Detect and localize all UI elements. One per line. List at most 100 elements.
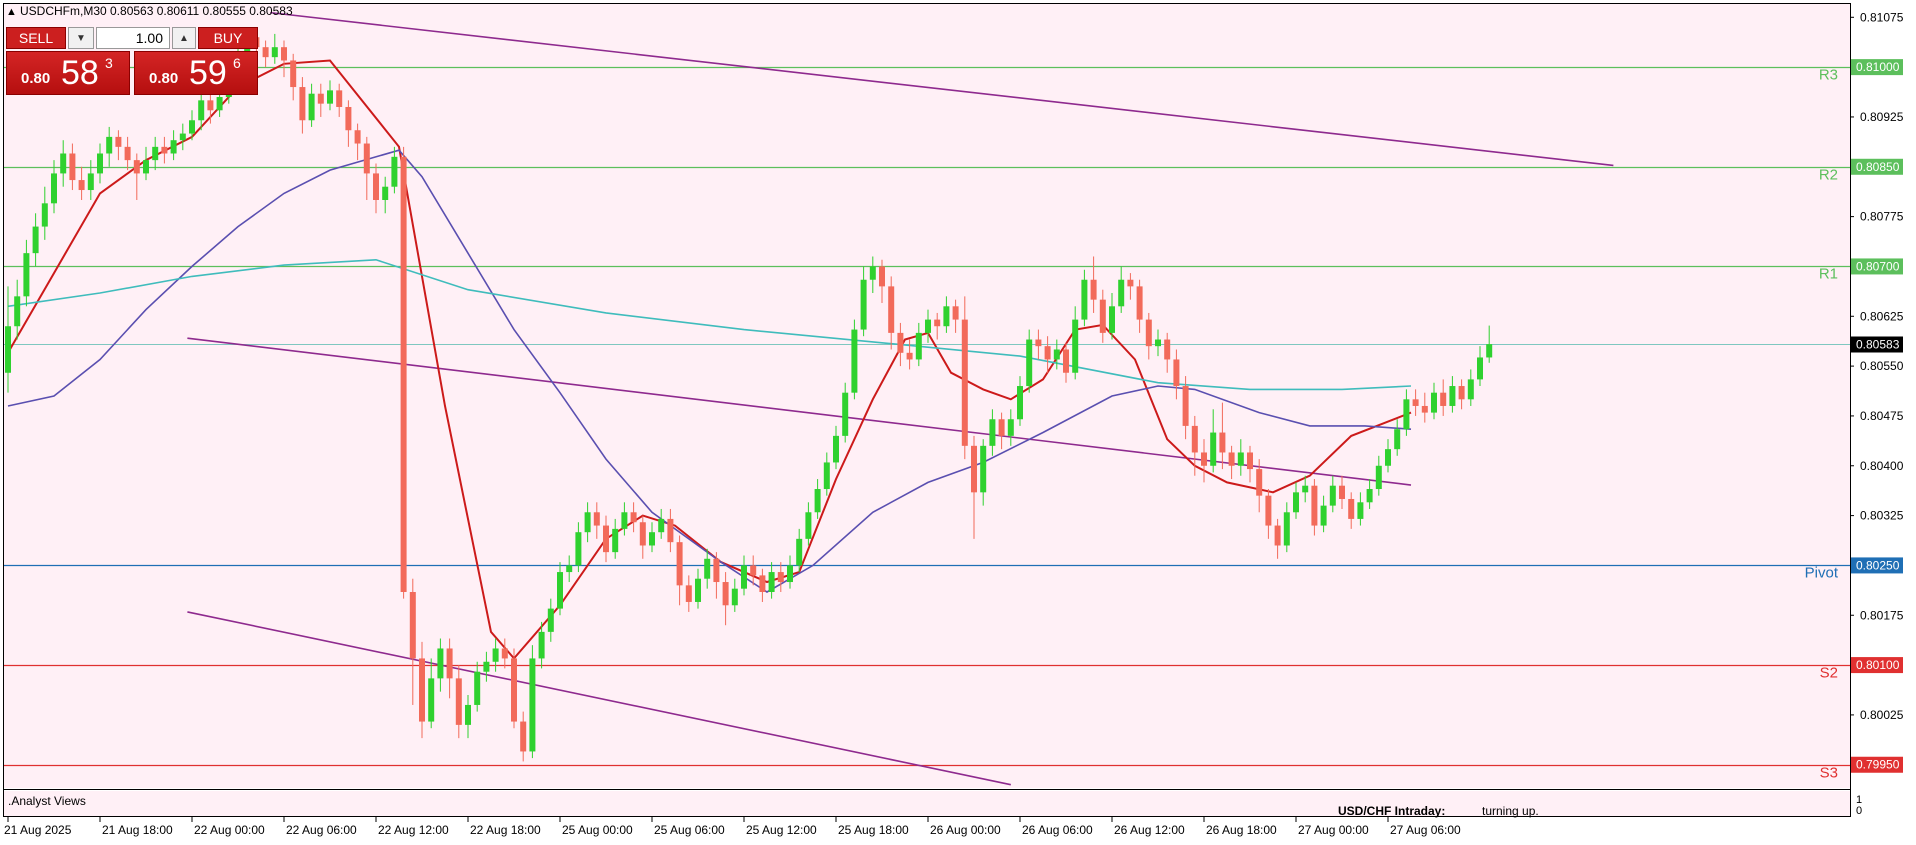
bid-price-fraction: 3 bbox=[105, 55, 113, 71]
candle-body bbox=[1256, 469, 1263, 496]
candle-body bbox=[833, 435, 839, 463]
price-tick-label: 0.80025 bbox=[1860, 708, 1904, 722]
candle-body bbox=[612, 528, 619, 553]
candle-body bbox=[649, 532, 655, 546]
sell-button[interactable]: SELL bbox=[6, 27, 66, 49]
lot-decrease-button[interactable]: ▼ bbox=[68, 27, 94, 49]
time-tick-label: 22 Aug 06:00 bbox=[286, 823, 357, 837]
candle-body bbox=[1247, 452, 1253, 470]
price-tick-label: 0.80550 bbox=[1860, 359, 1904, 373]
candle-body bbox=[5, 326, 11, 373]
candle-body bbox=[1486, 344, 1493, 358]
header-arrow[interactable]: ▲ bbox=[6, 6, 17, 18]
candle-body bbox=[658, 518, 665, 533]
chevron-down-icon: ▼ bbox=[76, 32, 86, 44]
candle-body bbox=[952, 306, 959, 320]
candle-body bbox=[750, 565, 757, 576]
level-label-s3: S3 bbox=[1820, 765, 1838, 782]
time-tick-label: 25 Aug 06:00 bbox=[654, 823, 725, 837]
candle-body bbox=[1394, 429, 1401, 450]
candle-body bbox=[23, 253, 30, 297]
price-tag-label-s2: 0.80100 bbox=[1856, 658, 1900, 672]
candle-body bbox=[51, 173, 57, 204]
candle-body bbox=[60, 153, 67, 174]
chart-title: USDCHFm,M30 0.80563 0.80611 0.80555 0.80… bbox=[20, 4, 293, 18]
candle-body bbox=[281, 47, 287, 61]
candle-body bbox=[915, 332, 922, 360]
time-tick-label: 26 Aug 12:00 bbox=[1114, 823, 1185, 837]
time-tick-label: 26 Aug 18:00 bbox=[1206, 823, 1277, 837]
candle-body bbox=[1164, 339, 1171, 360]
price-tag-label-s3: 0.79950 bbox=[1856, 758, 1900, 772]
analyst-comment-label: USD/CHF Intraday: bbox=[1338, 804, 1445, 818]
candle-body bbox=[465, 704, 471, 725]
ask-price-button[interactable]: 0.80 59 6 bbox=[134, 51, 258, 95]
buy-button[interactable]: BUY bbox=[198, 27, 258, 49]
candle-body bbox=[934, 319, 941, 327]
candle-body bbox=[851, 329, 858, 393]
candle-body bbox=[1339, 485, 1345, 499]
candle-body bbox=[777, 572, 784, 583]
candle-body bbox=[566, 565, 573, 573]
candle-body bbox=[1449, 386, 1456, 406]
candle-body bbox=[1136, 286, 1143, 320]
bid-price-button[interactable]: 0.80 58 3 bbox=[6, 51, 130, 95]
candle-body bbox=[327, 90, 333, 104]
candle-body bbox=[271, 47, 278, 58]
candle-body bbox=[1412, 399, 1419, 406]
candle-body bbox=[1201, 452, 1207, 466]
level-label-r3: R3 bbox=[1819, 67, 1838, 84]
candle-body bbox=[584, 512, 591, 533]
candle-body bbox=[336, 90, 343, 107]
candle-body bbox=[474, 671, 481, 705]
candle-body bbox=[1219, 432, 1226, 453]
candle-body bbox=[1320, 505, 1327, 526]
candle-body bbox=[1173, 359, 1180, 387]
candle-body bbox=[731, 588, 738, 606]
candle-body bbox=[713, 558, 720, 583]
level-label-pivot: Pivot bbox=[1805, 565, 1839, 582]
price-tick-label: 0.80325 bbox=[1860, 509, 1904, 523]
candle-body bbox=[170, 140, 177, 154]
candle-body bbox=[106, 136, 113, 154]
ask-price-big: 59 bbox=[189, 54, 227, 92]
candle-body bbox=[529, 658, 536, 752]
candle-body bbox=[1127, 279, 1134, 287]
time-tick-label: 25 Aug 12:00 bbox=[746, 823, 817, 837]
candle-body bbox=[547, 608, 554, 632]
current-price-label: 0.80583 bbox=[1856, 338, 1900, 352]
candle-body bbox=[1366, 489, 1373, 503]
candle-body bbox=[685, 585, 692, 602]
time-tick-label: 22 Aug 12:00 bbox=[378, 823, 449, 837]
candle-body bbox=[317, 93, 324, 104]
candle-body bbox=[299, 87, 306, 121]
candle-body bbox=[1302, 485, 1309, 493]
candle-body bbox=[382, 186, 389, 200]
candle-body bbox=[1109, 306, 1115, 333]
lot-size-input[interactable]: 1.00 bbox=[96, 27, 170, 49]
candle-body bbox=[759, 575, 766, 592]
candle-body bbox=[161, 146, 168, 154]
candle-body bbox=[419, 658, 425, 722]
candle-body bbox=[943, 306, 950, 327]
candle-body bbox=[860, 279, 867, 330]
lot-increase-button[interactable]: ▲ bbox=[172, 27, 196, 49]
candle-body bbox=[667, 518, 674, 543]
chart[interactable]: R3 R2 R1 Pivot S2 S3 0.81075 0.80925 0.80775 0.8… bbox=[0, 0, 1916, 840]
candle-body bbox=[511, 658, 517, 722]
candle-body bbox=[695, 578, 701, 602]
candle-body bbox=[1293, 492, 1299, 513]
chart-canvas[interactable]: R3 R2 R1 Pivot S2 S3 0.81075 0.80925 0.80775 0.8… bbox=[0, 0, 1916, 840]
candle-body bbox=[483, 661, 490, 672]
time-tick-label: 25 Aug 18:00 bbox=[838, 823, 909, 837]
price-tag-label-pivot: 0.80250 bbox=[1856, 558, 1900, 572]
candle-body bbox=[1145, 319, 1152, 347]
candle-body bbox=[143, 160, 149, 174]
price-tag-label-r1: 0.80700 bbox=[1856, 259, 1900, 273]
candle-body bbox=[124, 146, 131, 161]
time-tick-label: 22 Aug 00:00 bbox=[194, 823, 265, 837]
price-tick-label: 0.80175 bbox=[1860, 608, 1904, 622]
candle-body bbox=[400, 156, 407, 593]
candle-body bbox=[1274, 525, 1281, 546]
candle-body bbox=[1421, 405, 1428, 413]
